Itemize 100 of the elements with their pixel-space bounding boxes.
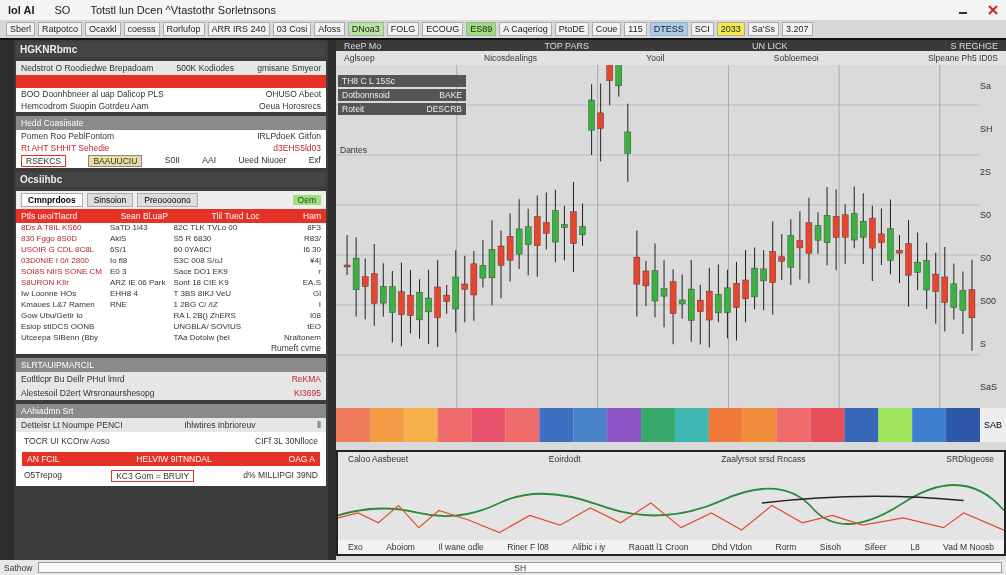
status-label: Sathow bbox=[4, 562, 33, 573]
toolbar-button[interactable]: DTESS bbox=[649, 22, 688, 36]
table-cell-text: tEO bbox=[306, 322, 321, 331]
table-cell-text: AkiS bbox=[109, 234, 128, 243]
table-cell-text: 1 2BG C/ /IZ bbox=[173, 300, 219, 309]
table-cell-text: E0 3 bbox=[109, 267, 128, 276]
table-cell-text: I6 30 bbox=[302, 245, 321, 254]
toolbar-button[interactable]: Rorlufop bbox=[162, 22, 205, 36]
app-name: lol AI bbox=[8, 4, 35, 16]
column-header: Ptls ueoiTlacrd bbox=[21, 211, 78, 221]
stat-text: Ueed Niuoer bbox=[238, 155, 287, 167]
table-cell-text: T 3BS 8IKJ VeU bbox=[173, 289, 233, 298]
chart-label: Sobloemeoi bbox=[773, 53, 819, 63]
toolbar-button[interactable]: Ocaxkl bbox=[85, 22, 121, 36]
chart-label: Dhd Vtdon bbox=[711, 542, 753, 552]
toolbar-button[interactable]: 115 bbox=[624, 22, 647, 36]
axis-label: SH bbox=[980, 124, 994, 135]
summary-text: Hemcodrom Suopin Gotrdeu Aam bbox=[21, 101, 149, 111]
table-cell-text: S5 R 6830 bbox=[173, 234, 213, 243]
chart-label: SRDlogeose bbox=[946, 454, 994, 464]
toolbar-button[interactable]: Sberl bbox=[6, 22, 35, 36]
header-text: Detteisr Lt Noumpe PENCI bbox=[21, 420, 123, 430]
ticket-text: d% MILLIPGI 39ND bbox=[243, 470, 318, 482]
order-field[interactable]: KC3 Gom = BRUIY bbox=[111, 470, 195, 482]
toolbar-button[interactable]: ECOUG bbox=[422, 22, 464, 36]
table-cell-text: I08 bbox=[308, 311, 321, 320]
table-cell-text: USOIR G CDL 8C8L bbox=[21, 245, 96, 254]
table-cell-text: 6S/1 bbox=[109, 245, 128, 254]
table-cell-text: Nraltonem bbox=[283, 333, 321, 342]
table-cell-text: Iw Loonne HOs bbox=[21, 289, 78, 298]
table-cell-text: 82C TLK TVLo 00 bbox=[173, 223, 239, 232]
table-cell-text: 03D0NIE I 0/I 2800 bbox=[21, 256, 91, 265]
toolbar-button[interactable]: 03 Cosi bbox=[272, 22, 312, 36]
toolbar-button[interactable]: DNoa3 bbox=[347, 22, 384, 36]
axis-label: S0 bbox=[980, 210, 992, 221]
table-cell-text: EA.S bbox=[301, 278, 321, 287]
table-cell-text: 8Ds A T8IL KS60 bbox=[21, 223, 83, 232]
section-text: IRLPdoeK Gitfon bbox=[257, 131, 321, 141]
ticket-text: TOCR UI KCOrw Aoso bbox=[24, 436, 110, 446]
axis-label: S0 bbox=[980, 252, 992, 263]
toolbar-button[interactable]: ES89 bbox=[466, 22, 497, 36]
chart-label: Aglsoep bbox=[344, 53, 375, 63]
alert-text: Eotltlcpr Bu Dellr PHuI lmrd bbox=[21, 374, 125, 384]
title-label: SO bbox=[54, 4, 71, 16]
toolbar-button[interactable]: SCI bbox=[690, 22, 714, 36]
toolbar-button[interactable]: Coue bbox=[591, 22, 622, 36]
table-cell-text: Esiop stIDCS OONB bbox=[21, 322, 96, 331]
section-title: Hedd Coasiisate bbox=[21, 118, 84, 128]
toolbar-button[interactable]: coesss bbox=[123, 22, 160, 36]
column-header: Ham bbox=[303, 211, 321, 221]
section-text: Pomen Roo PeblFontom bbox=[21, 131, 115, 141]
scrollbar[interactable]: SH bbox=[38, 562, 1002, 573]
column-header: Sean Bl.uaP bbox=[120, 211, 168, 221]
status-badge: Oem bbox=[292, 195, 321, 205]
stat-text: Exf bbox=[308, 155, 321, 167]
chart-label: Zaalyrsot srsd Rncass bbox=[721, 454, 806, 464]
chart-label: Caloo Aasbeuet bbox=[348, 454, 409, 464]
toolbar-button[interactable]: Afoss bbox=[314, 22, 345, 36]
footer-text: Rumeft cvme bbox=[270, 343, 321, 353]
summary-text: OHUSO Abeot bbox=[265, 89, 321, 99]
table-cell-text: EHH8 4 bbox=[109, 289, 139, 298]
close-icon[interactable] bbox=[988, 5, 998, 15]
chart-title: S REGHGE bbox=[950, 40, 998, 51]
header-text: Ihlwtires Inbrioreuv bbox=[184, 420, 256, 430]
toolbar-button[interactable]: Sa'Ss bbox=[747, 22, 779, 36]
header-text: Nedstrot O Roodiedwe Brepadoam bbox=[21, 63, 154, 73]
tab[interactable]: Cmnprdoos bbox=[21, 193, 83, 207]
alert-value: KI3695 bbox=[294, 388, 321, 398]
table-cell-text: S3C 008 S/oJ bbox=[173, 256, 224, 265]
chart-label: Yooil bbox=[646, 53, 665, 63]
table-cell: SOI8S NIIS SONE CM bbox=[21, 267, 102, 276]
header-text: ll bbox=[317, 420, 321, 430]
tag-chip[interactable]: RSEKCS bbox=[21, 155, 66, 167]
legend-item: Roteit DESCRB bbox=[338, 103, 466, 115]
chart-label: L8 bbox=[910, 542, 920, 552]
panel-title: Ocsiihbc bbox=[16, 172, 326, 187]
tab[interactable]: Sinsoion bbox=[86, 193, 134, 207]
column-header: Tlil Tued Loc bbox=[211, 211, 260, 221]
toolbar-button[interactable]: 3.207 bbox=[781, 22, 813, 36]
axis-label: Sa bbox=[980, 81, 992, 92]
tab[interactable]: Preooooono bbox=[137, 193, 198, 207]
chart-label: Vad M Noosb bbox=[943, 542, 994, 552]
toolbar-button[interactable]: PtoDE bbox=[554, 22, 589, 36]
toolbar-button[interactable]: FOLG bbox=[386, 22, 420, 36]
table-cell-text: Sace DO1 EK9 bbox=[173, 267, 229, 276]
toolbar-button[interactable]: 2033 bbox=[716, 22, 745, 36]
table-cell-text: r bbox=[317, 267, 321, 276]
legend-item: TH8 C L 15Sc bbox=[338, 75, 466, 87]
bar-text: AN FCIL bbox=[27, 454, 60, 464]
tag-chip[interactable]: BAAUUCIU bbox=[88, 155, 143, 167]
window-title: Totstl lun Dcen ^Vtastothr Sorletnsons bbox=[90, 4, 276, 16]
axis-label: SaS bbox=[980, 381, 998, 392]
table-cell-text: Sont 18 CIE K9 bbox=[173, 278, 230, 287]
toolbar-button[interactable]: Ratpotco bbox=[38, 22, 83, 36]
table-cell: UNGBLA/ SOVIUS bbox=[173, 322, 242, 331]
chart-label: Exo bbox=[348, 542, 363, 552]
toolbar-button[interactable]: A Caqeriog bbox=[499, 22, 552, 36]
table-cell-text: Gow Ubu/Getir Io bbox=[21, 311, 84, 320]
toolbar-button[interactable]: ARR IRS 240 bbox=[207, 22, 270, 36]
chart-label: Il wane odle bbox=[438, 542, 484, 552]
